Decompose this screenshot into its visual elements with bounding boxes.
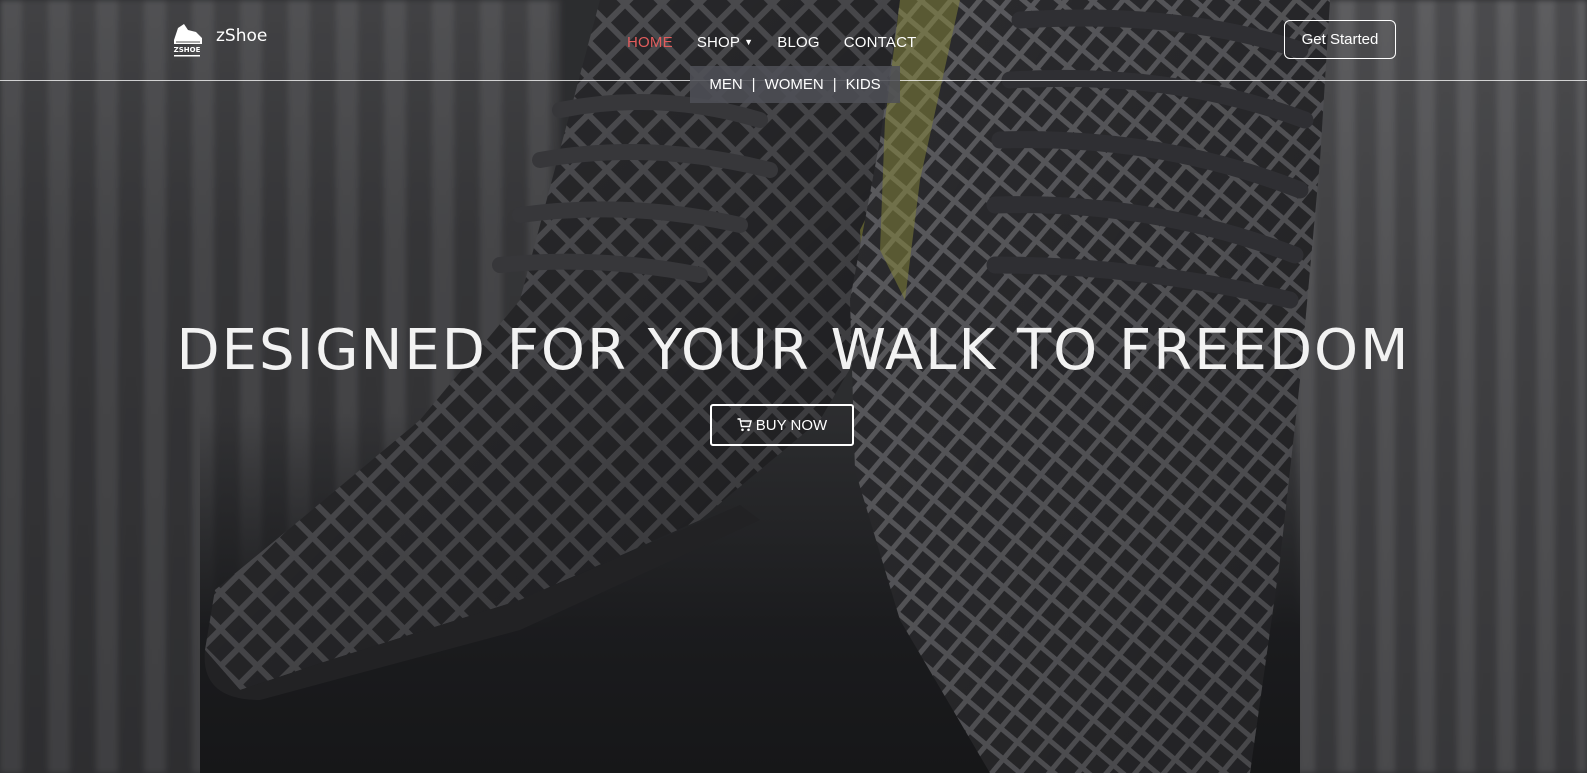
brand-logo[interactable]: ZSHOE zShoe (168, 18, 267, 60)
hero-overlay (0, 0, 1587, 773)
hero-section: ZSHOE zShoe HOME SHOP ▼ BLOG CONTACT Get … (0, 0, 1587, 773)
shoe-logo-icon: ZSHOE (174, 24, 202, 57)
brand-name: zShoe (216, 26, 268, 46)
dropdown-item-women[interactable]: WOMEN (765, 76, 824, 93)
nav-item-shop[interactable]: SHOP ▼ (697, 34, 753, 51)
nav-item-contact[interactable]: CONTACT (844, 34, 917, 51)
hero-headline: DESIGNED FOR YOUR WALK TO FREEDOM (176, 318, 1411, 383)
nav-item-blog[interactable]: BLOG (777, 34, 819, 51)
shop-dropdown-menu: MEN | WOMEN | KIDS (690, 66, 900, 103)
buy-now-label: BUY NOW (755, 416, 828, 434)
buy-now-button[interactable]: BUY NOW (710, 404, 854, 446)
cart-icon (737, 418, 752, 432)
dropdown-item-men[interactable]: MEN (709, 76, 742, 93)
get-started-button[interactable]: Get Started (1284, 20, 1396, 59)
dropdown-item-kids[interactable]: KIDS (846, 76, 881, 93)
dropdown-separator: | (832, 76, 837, 93)
nav-item-home[interactable]: HOME (627, 34, 673, 51)
hero-background (0, 0, 1587, 773)
main-nav: HOME SHOP ▼ BLOG CONTACT (627, 34, 941, 51)
dropdown-separator: | (751, 76, 756, 93)
chevron-down-icon: ▼ (744, 37, 754, 47)
nav-item-shop-label: SHOP (696, 34, 741, 51)
svg-text:ZSHOE: ZSHOE (174, 46, 201, 54)
